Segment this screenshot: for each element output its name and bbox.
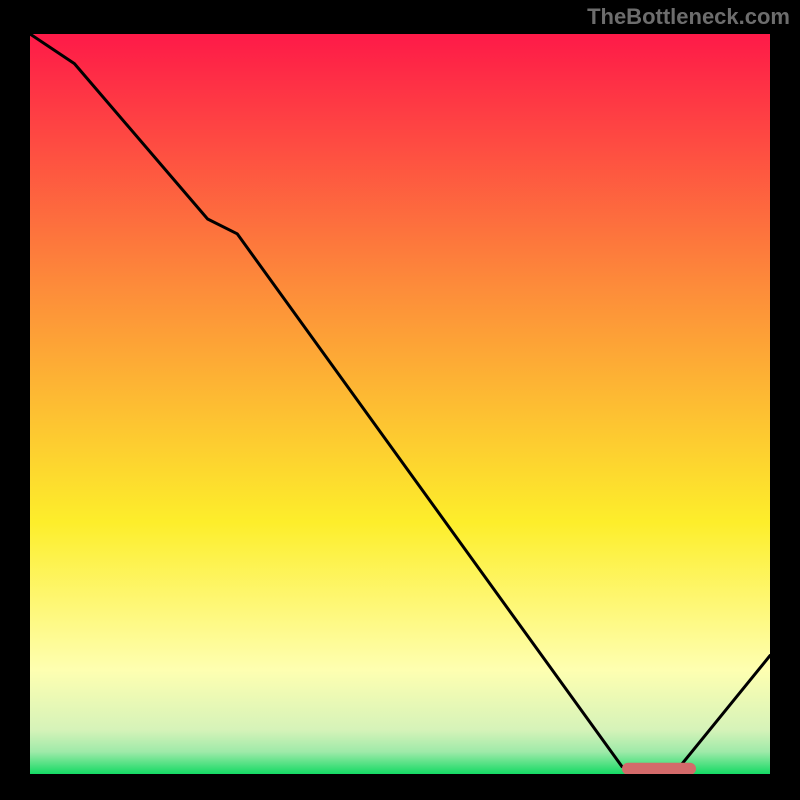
optimal-range-marker: [622, 763, 696, 774]
gradient-background: [30, 34, 770, 774]
chart-container: TheBottleneck.com: [0, 0, 800, 800]
plot-area: [30, 34, 770, 774]
watermark-text: TheBottleneck.com: [587, 4, 790, 30]
chart-svg: [30, 34, 770, 774]
